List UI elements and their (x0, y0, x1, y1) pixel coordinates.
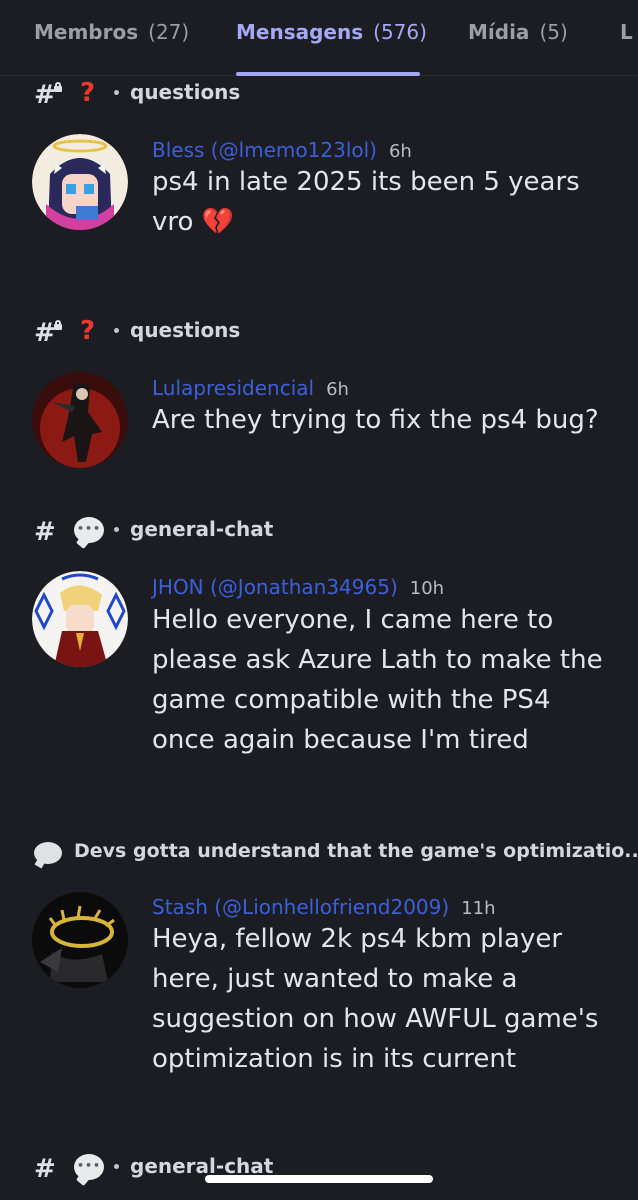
tab-label: Mídia (468, 20, 530, 44)
message-author[interactable]: Stash (@Lionhellofriend2009) 11h (152, 895, 496, 919)
separator-dot (114, 1164, 119, 1169)
tab-members[interactable]: Membros (27) (34, 20, 189, 44)
message-text[interactable]: ps4 in late 2025 its been 5 years vro 💔 (152, 162, 612, 242)
message-text[interactable]: Are they trying to fix the ps4 bug? (152, 400, 612, 440)
tab-messages[interactable]: Mensagens (576) (236, 20, 427, 44)
tab-count: (5) (539, 20, 568, 44)
thread-bubble-icon (34, 842, 62, 864)
avatar[interactable] (32, 571, 128, 667)
tab-links[interactable]: L (620, 20, 633, 44)
message-body: Heya, fellow 2k ps4 kbm player here, jus… (152, 924, 599, 1074)
hash-lock-icon: # (34, 318, 62, 348)
message-timestamp: 11h (461, 898, 496, 919)
tab-label: L (620, 20, 633, 44)
hash-lock-icon: # (34, 80, 62, 110)
hash-icon: # (34, 1154, 56, 1184)
search-tabs: Membros (27) Mensagens (576) Mídia (5) L (0, 0, 638, 76)
message-body: Are they trying to fix the ps4 bug? (152, 405, 599, 435)
avatar[interactable] (32, 892, 128, 988)
channel-name: questions (130, 80, 241, 104)
active-tab-indicator (236, 72, 420, 76)
hash-icon: # (34, 517, 56, 547)
avatar[interactable] (32, 134, 128, 230)
avatar[interactable] (32, 372, 128, 468)
author-name: Stash (@Lionhellofriend2009) (152, 895, 450, 919)
channel-name: general-chat (130, 517, 274, 541)
message-author[interactable]: Bless (@lmemo123lol) 6h (152, 138, 412, 162)
message-author[interactable]: Lulapresidencial 6h (152, 376, 349, 400)
separator-dot (114, 328, 119, 333)
red-question-mark-icon: ? (80, 78, 96, 108)
thread-header[interactable]: Devs gotta understand that the game's op… (34, 838, 638, 868)
tab-label: Mensagens (236, 20, 364, 44)
tab-count: (27) (148, 20, 190, 44)
message-body: Hello everyone, I came here to please as… (152, 605, 603, 755)
separator-dot (114, 527, 119, 532)
tab-count: (576) (373, 20, 427, 44)
speech-bubble-icon: ••• (74, 517, 104, 543)
message-timestamp: 10h (409, 578, 445, 599)
separator-dot (114, 90, 119, 95)
broken-heart-emoji: 💔 (201, 207, 235, 237)
author-name: JHON (@Jonathan34965) (152, 575, 398, 599)
message-author[interactable]: JHON (@Jonathan34965) 10h (152, 575, 444, 599)
home-indicator[interactable] (205, 1175, 433, 1183)
red-question-mark-icon: ? (80, 316, 96, 346)
message-text[interactable]: Hello everyone, I came here to please as… (152, 600, 612, 760)
thread-title: Devs gotta understand that the game's op… (74, 840, 638, 862)
author-name: Lulapresidencial (152, 376, 315, 400)
author-name: Bless (@lmemo123lol) (152, 138, 377, 162)
tab-label: Membros (34, 20, 139, 44)
message-timestamp: 6h (326, 379, 349, 400)
message-text[interactable]: Heya, fellow 2k ps4 kbm player here, jus… (152, 919, 612, 1079)
speech-bubble-icon: ••• (74, 1154, 104, 1180)
tab-media[interactable]: Mídia (5) (468, 20, 568, 44)
message-timestamp: 6h (388, 141, 412, 162)
channel-name: questions (130, 318, 241, 342)
